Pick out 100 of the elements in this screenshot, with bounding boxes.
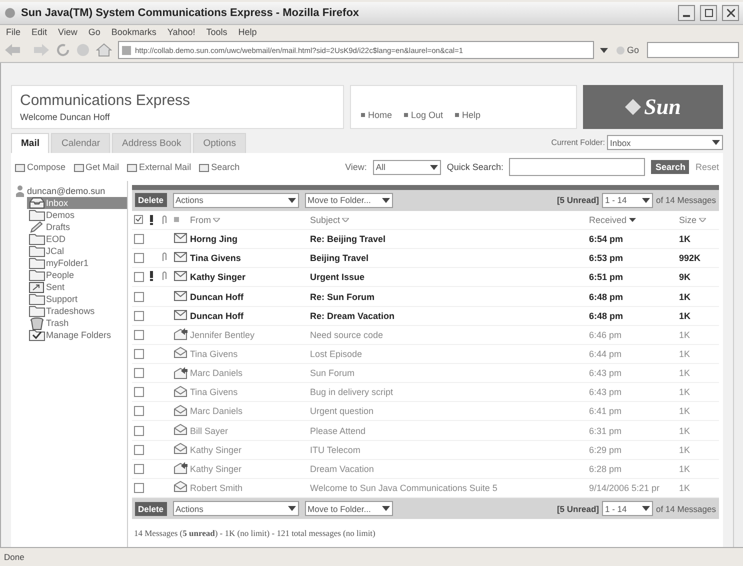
toolbar-link[interactable]: Get Mail [74,162,120,172]
home-icon[interactable] [96,43,112,57]
checkbox[interactable] [134,310,144,321]
folder-item[interactable]: JCal [27,245,127,257]
message-row[interactable]: Tina Givens Bug in delivery script 6:43 pm 1K [132,383,719,402]
received-cell-text: 6:48 pm [589,292,624,302]
message-row[interactable]: Kathy Singer Dream Vacation 6:28 pm 1K [132,460,719,479]
page-range-dropdown[interactable]: 1 - 14 [602,192,653,208]
checkbox[interactable] [134,426,144,436]
folder-item[interactable]: Trash [27,317,127,329]
checkbox[interactable] [134,253,144,264]
menu-item[interactable]: Tools [206,27,228,37]
actions-dropdown[interactable]: Actions [172,501,299,516]
subject-cell-text: Sun Forum [310,368,356,378]
reset-link[interactable]: Reset [695,162,719,172]
open-envelope-icon [174,386,187,397]
folder-item[interactable]: Inbox [27,197,127,209]
subject-cell-text: Re: Sun Forum [310,292,376,302]
move-to-folder-dropdown[interactable]: Move to Folder... [304,192,393,208]
select-all-icon[interactable] [134,215,143,224]
checkbox[interactable] [134,234,144,244]
column-header[interactable]: Subject [310,214,340,225]
message-row[interactable]: Bill Sayer Please Attend 6:31 pm 1K [132,421,719,441]
checkbox[interactable] [134,387,144,398]
checkbox[interactable] [134,464,144,474]
folder-item[interactable]: Support [27,293,127,305]
message-row[interactable]: Marc Daniels Sun Forum 6:43 pm 1K [132,364,719,384]
view-dropdown[interactable]: All [372,160,441,174]
scrollbar[interactable] [733,63,743,547]
menu-item[interactable]: Yahoo! [167,27,196,37]
folder-item[interactable]: Tradeshows [27,305,127,317]
folder-item[interactable]: Sent [27,281,127,293]
toolbar-link[interactable]: External Mail [127,162,192,172]
tab[interactable]: Calendar [51,133,110,153]
menu-item[interactable]: View [58,27,78,37]
go-button[interactable]: Go [614,45,641,55]
tab[interactable]: Options [193,133,246,153]
move-to-folder-dropdown[interactable]: Move to Folder... [304,501,393,516]
checkbox[interactable] [134,348,144,359]
menu-item[interactable]: Help [238,27,257,37]
message-row[interactable]: Kathy Singer Urgent Issue 6:51 pm 9K [132,268,719,288]
message-row[interactable]: Marc Daniels Urgent question 6:41 pm 1K [132,402,719,422]
toolbar-icon [127,162,138,172]
menu-item[interactable]: Bookmarks [111,27,156,37]
menu-item[interactable]: Edit [32,27,48,37]
tab[interactable]: Mail [11,133,50,153]
folder-item[interactable]: People [27,269,127,281]
close-icon [726,9,734,17]
envelope-icon [174,233,187,244]
tab[interactable]: Address Book [112,133,192,153]
message-row[interactable]: Jennifer Bentley Need source code 6:46 pm 1K [132,326,719,345]
quick-search-field[interactable] [509,158,646,176]
priority-icon[interactable] [150,214,153,225]
checkbox[interactable] [134,330,144,340]
maximize-button[interactable] [700,5,717,21]
message-row[interactable]: Horng Jing Re: Beijing Travel 6:54 pm 1K [132,230,719,250]
checkbox[interactable] [134,368,144,378]
status-icon[interactable] [174,217,179,222]
column-header[interactable]: Received [589,214,627,225]
size-cell-text: 1K [679,406,692,416]
search-button[interactable]: Search [651,160,690,174]
account-label[interactable]: duncan@demo.sun [27,186,106,196]
actions-dropdown[interactable]: Actions [172,192,299,208]
minimize-button[interactable] [678,5,695,21]
menu-item[interactable]: File [6,27,21,37]
message-row[interactable]: Tina Givens Beijing Travel 6:53 pm 992K [132,249,719,268]
checkbox[interactable] [134,482,144,493]
folder-item[interactable]: EOD [27,233,127,245]
header-link[interactable]: Log Out [404,110,444,120]
checkbox[interactable] [134,444,144,455]
message-row[interactable]: Duncan Hoff Re: Sun Forum 6:48 pm 1K [132,287,719,307]
checkbox[interactable] [134,292,144,302]
folder-item[interactable]: Manage Folders [27,329,127,341]
folder-item[interactable]: Drafts [27,221,127,233]
subject-cell-text: ITU Telecom [310,444,362,455]
sender-cell-text: Tina Givens [190,348,239,359]
folder-item[interactable]: Demos [27,209,127,221]
folder-item[interactable]: myFolder1 [27,257,127,269]
search-field[interactable] [647,42,739,58]
column-header[interactable]: From [190,214,211,225]
toolbar-link[interactable]: Compose [15,162,66,172]
message-row[interactable]: Tina Givens Lost Episode 6:44 pm 1K [132,344,719,364]
page-range-dropdown[interactable]: 1 - 14 [602,501,653,516]
sender-cell-text: Marc Daniels [190,406,244,416]
menu-item[interactable]: Go [88,27,100,37]
paperclip-icon[interactable] [162,214,167,225]
delete-button[interactable]: Delete [135,502,167,516]
header-link[interactable]: Help [455,110,481,120]
toolbar-link[interactable]: Search [199,162,240,172]
header-link[interactable]: Home [361,110,392,120]
message-row[interactable]: Duncan Hoff Re: Dream Vacation 6:48 pm 1K [132,306,719,326]
delete-button[interactable]: Delete [135,193,167,208]
column-header[interactable]: Size [679,214,697,225]
subject-cell-text: Re: Beijing Travel [310,234,387,244]
message-row[interactable]: Kathy Singer ITU Telecom 6:29 pm 1K [132,440,719,460]
checkbox[interactable] [134,272,144,282]
reload-icon[interactable] [56,43,70,57]
close-button[interactable] [722,5,739,21]
current-folder-dropdown[interactable]: Inbox [607,135,723,150]
checkbox[interactable] [134,406,144,416]
